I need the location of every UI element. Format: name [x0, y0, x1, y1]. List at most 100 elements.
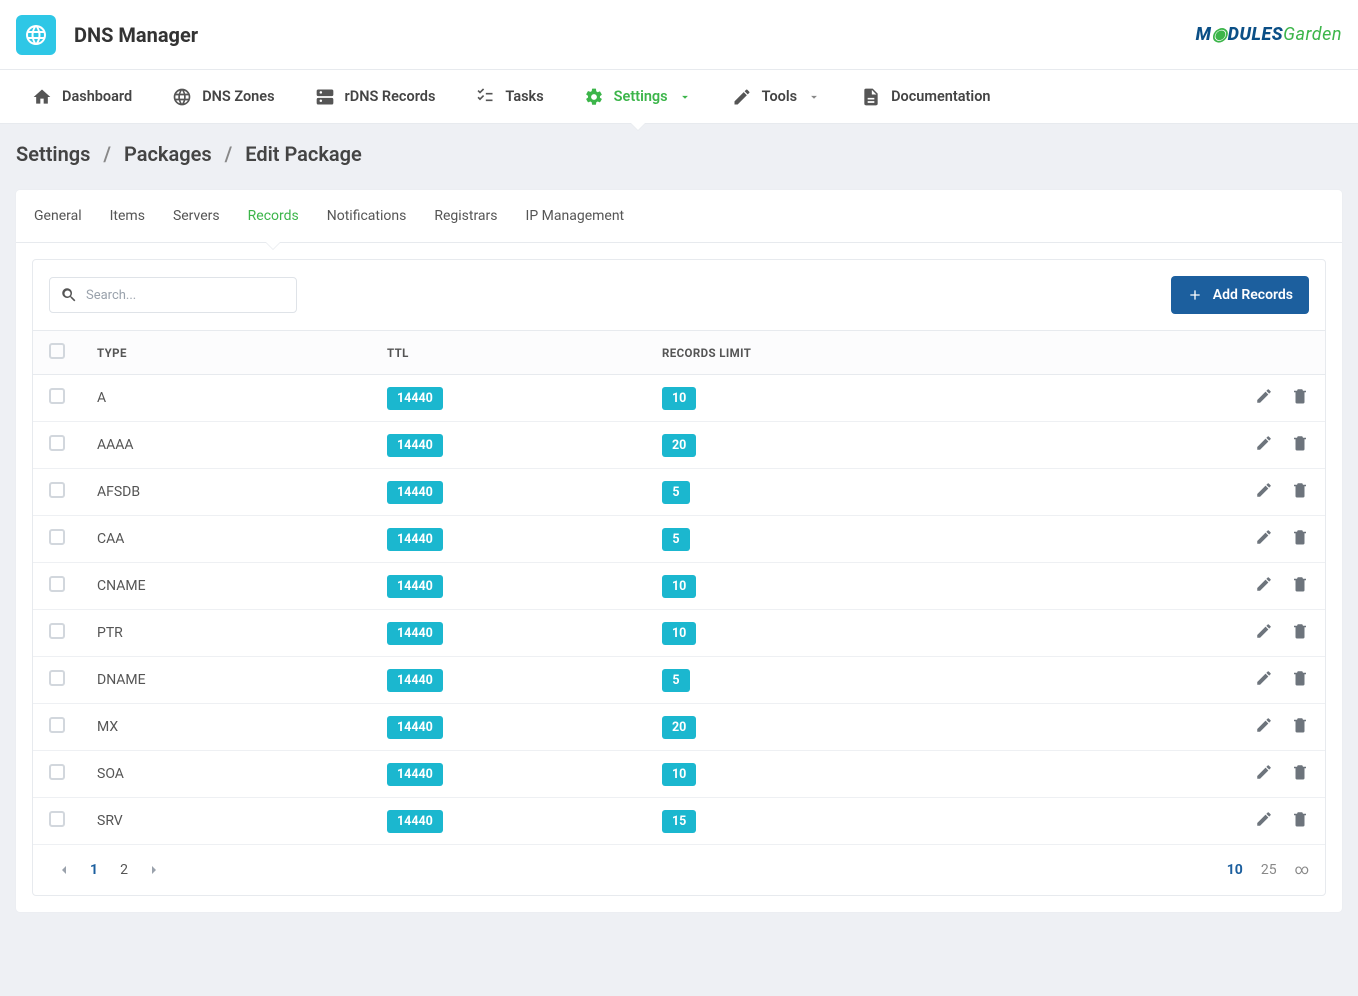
brand-o-icon: ◉: [1211, 24, 1227, 45]
cell-type: CNAME: [81, 563, 371, 610]
button-label: Add Records: [1213, 287, 1293, 303]
page-size-25[interactable]: 25: [1261, 862, 1277, 878]
tab-ip-management[interactable]: IP Management: [512, 190, 639, 242]
brand-text: DULES: [1228, 24, 1283, 45]
toolbar: Add Records: [33, 260, 1325, 330]
breadcrumb-item[interactable]: Settings: [16, 142, 90, 166]
nav-label: Settings: [614, 88, 668, 105]
breadcrumb: Settings / Packages / Edit Package: [0, 124, 1358, 166]
delete-button[interactable]: [1291, 622, 1309, 644]
nav-active-pointer: [630, 123, 646, 131]
tab-registrars[interactable]: Registrars: [420, 190, 511, 242]
row-checkbox[interactable]: [49, 435, 65, 451]
add-records-button[interactable]: Add Records: [1171, 276, 1309, 314]
row-checkbox[interactable]: [49, 670, 65, 686]
page-size-inf[interactable]: ∞: [1295, 862, 1309, 878]
limit-badge: 20: [662, 716, 696, 739]
nav-label: rDNS Records: [345, 88, 436, 105]
delete-button[interactable]: [1291, 669, 1309, 691]
edit-button[interactable]: [1255, 810, 1273, 832]
ttl-badge: 14440: [387, 810, 443, 833]
edit-button[interactable]: [1255, 481, 1273, 503]
search-icon: [60, 286, 78, 304]
row-checkbox[interactable]: [49, 482, 65, 498]
search-box[interactable]: [49, 277, 297, 313]
col-type[interactable]: TYPE: [81, 331, 371, 375]
nav-dns-zones[interactable]: DNS Zones: [152, 70, 294, 123]
home-icon: [32, 87, 52, 107]
tab-servers[interactable]: Servers: [159, 190, 234, 242]
delete-button[interactable]: [1291, 575, 1309, 597]
row-checkbox[interactable]: [49, 388, 65, 404]
col-limit[interactable]: RECORDS LIMIT: [646, 331, 1225, 375]
nav-dashboard[interactable]: Dashboard: [12, 70, 152, 123]
limit-badge: 10: [662, 763, 696, 786]
page-2[interactable]: 2: [109, 855, 139, 885]
tabbar: General Items Servers Records Notificati…: [16, 190, 1342, 243]
row-checkbox[interactable]: [49, 764, 65, 780]
cell-type: AAAA: [81, 422, 371, 469]
select-all-checkbox[interactable]: [49, 343, 65, 359]
col-ttl[interactable]: TTL: [371, 331, 646, 375]
delete-button[interactable]: [1291, 481, 1309, 503]
chevron-right-icon: [146, 862, 162, 878]
edit-icon: [1255, 669, 1273, 687]
edit-icon: [1255, 387, 1273, 405]
limit-badge: 5: [662, 528, 690, 551]
delete-button[interactable]: [1291, 387, 1309, 409]
nav-settings[interactable]: Settings: [564, 70, 712, 123]
records-card: Add Records TYPE TTL RECORDS LIMIT A1444…: [32, 259, 1326, 896]
checklist-icon: [475, 87, 495, 107]
nav-rdns-records[interactable]: rDNS Records: [295, 70, 456, 123]
breadcrumb-sep: /: [95, 142, 119, 166]
nav-tools[interactable]: Tools: [712, 70, 841, 123]
breadcrumb-item[interactable]: Packages: [124, 142, 212, 166]
page-1[interactable]: 1: [79, 855, 109, 885]
row-checkbox[interactable]: [49, 576, 65, 592]
nav-documentation[interactable]: Documentation: [841, 70, 1010, 123]
row-checkbox[interactable]: [49, 623, 65, 639]
table-row: PTR1444010: [33, 610, 1325, 657]
edit-button[interactable]: [1255, 669, 1273, 691]
page-size-10[interactable]: 10: [1227, 862, 1243, 878]
row-checkbox[interactable]: [49, 811, 65, 827]
edit-button[interactable]: [1255, 575, 1273, 597]
table-row: SOA1444010: [33, 751, 1325, 798]
plus-icon: [1187, 287, 1203, 303]
table-row: CAA144405: [33, 516, 1325, 563]
delete-button[interactable]: [1291, 528, 1309, 550]
search-input[interactable]: [86, 288, 286, 303]
delete-button[interactable]: [1291, 810, 1309, 832]
edit-button[interactable]: [1255, 387, 1273, 409]
limit-badge: 5: [662, 669, 690, 692]
ttl-badge: 14440: [387, 528, 443, 551]
cell-type: AFSDB: [81, 469, 371, 516]
limit-badge: 10: [662, 387, 696, 410]
edit-icon: [1255, 810, 1273, 828]
edit-icon: [1255, 622, 1273, 640]
trash-icon: [1291, 387, 1309, 405]
table-row: MX1444020: [33, 704, 1325, 751]
ttl-badge: 14440: [387, 387, 443, 410]
tab-general[interactable]: General: [20, 190, 96, 242]
table-row: DNAME144405: [33, 657, 1325, 704]
delete-button[interactable]: [1291, 763, 1309, 785]
tab-records[interactable]: Records: [234, 190, 313, 242]
page-prev[interactable]: [49, 855, 79, 885]
edit-button[interactable]: [1255, 763, 1273, 785]
row-checkbox[interactable]: [49, 529, 65, 545]
limit-badge: 15: [662, 810, 696, 833]
table-row: AFSDB144405: [33, 469, 1325, 516]
delete-button[interactable]: [1291, 434, 1309, 456]
edit-button[interactable]: [1255, 716, 1273, 738]
nav-tasks[interactable]: Tasks: [455, 70, 563, 123]
nav-label: Documentation: [891, 88, 990, 105]
row-checkbox[interactable]: [49, 717, 65, 733]
edit-button[interactable]: [1255, 622, 1273, 644]
page-next[interactable]: [139, 855, 169, 885]
delete-button[interactable]: [1291, 716, 1309, 738]
edit-button[interactable]: [1255, 528, 1273, 550]
tab-items[interactable]: Items: [96, 190, 159, 242]
tab-notifications[interactable]: Notifications: [313, 190, 421, 242]
edit-button[interactable]: [1255, 434, 1273, 456]
